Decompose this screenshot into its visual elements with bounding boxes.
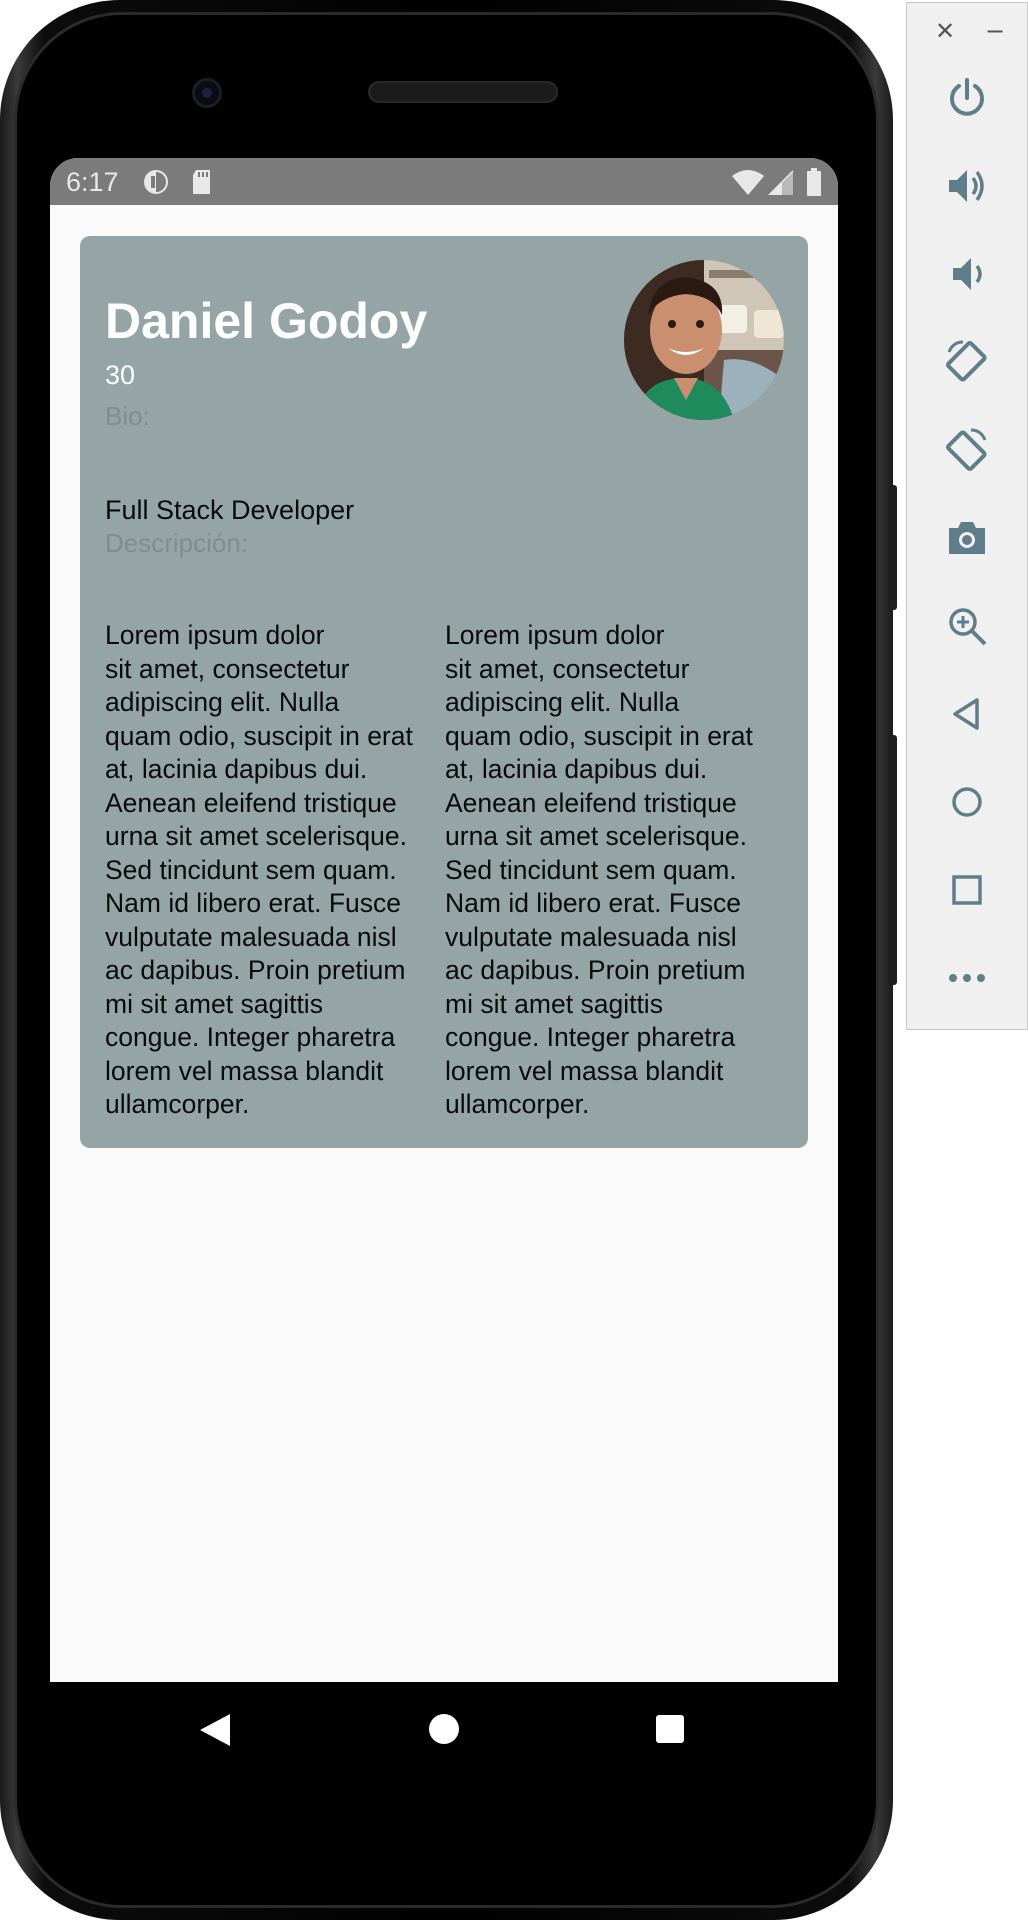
side-power-button — [889, 485, 897, 610]
volume-down-button[interactable] — [907, 234, 1027, 314]
earpiece-speaker — [368, 81, 558, 103]
back-button[interactable] — [907, 674, 1027, 754]
description-column-1: Lorem ipsum dolor sit amet, consectetur … — [105, 620, 413, 1119]
emulator-toolbar: ✕ − — [906, 2, 1028, 1030]
power-icon — [950, 78, 984, 116]
more-icon — [949, 974, 985, 982]
zoom-button[interactable] — [907, 586, 1027, 666]
side-volume-button — [889, 735, 897, 985]
close-icon[interactable]: ✕ — [935, 17, 955, 45]
navigation-bar — [50, 1682, 838, 1782]
description-label: Descripción: — [105, 528, 249, 558]
screenshot-button[interactable] — [907, 498, 1027, 578]
profile-age: 30 — [105, 360, 136, 390]
rotate-right-button[interactable] — [907, 410, 1027, 490]
sd-card-icon — [190, 168, 214, 200]
zoom-icon — [949, 608, 987, 646]
description-column-2: Lorem ipsum dolor sit amet, consectetur … — [445, 620, 753, 1119]
bio-label: Bio: — [105, 401, 150, 431]
battery-icon — [806, 168, 822, 200]
status-app-icon — [142, 168, 170, 200]
minimize-icon[interactable]: − — [985, 17, 1005, 45]
profile-card: Daniel Godoy 30 Bio: Full Stack Develope… — [80, 236, 808, 1148]
cell-signal-icon — [768, 170, 794, 200]
status-time: 6:17 — [66, 167, 119, 197]
rotate-left-icon — [946, 340, 987, 382]
profile-avatar — [624, 260, 784, 420]
volume-down-icon — [953, 258, 982, 290]
bio-value: Full Stack Developer — [105, 495, 355, 525]
rotate-left-button[interactable] — [907, 322, 1027, 402]
wifi-icon — [732, 170, 764, 200]
camera-icon — [949, 522, 985, 554]
overview-icon — [952, 875, 982, 905]
nav-recents-icon[interactable] — [655, 1714, 685, 1748]
back-icon — [953, 698, 979, 730]
home-icon — [952, 787, 982, 817]
status-bar: 6:17 — [50, 158, 838, 205]
volume-up-icon — [949, 170, 984, 202]
nav-back-icon[interactable] — [198, 1712, 232, 1752]
app-screen: 6:17 Daniel Godoy 30 Bio: Full Stack Dev… — [50, 158, 838, 1682]
rotate-right-icon — [946, 428, 987, 471]
nav-home-icon[interactable] — [428, 1713, 460, 1749]
profile-name: Daniel Godoy — [105, 293, 428, 349]
power-button[interactable] — [907, 58, 1027, 138]
overview-button[interactable] — [907, 850, 1027, 930]
home-button[interactable] — [907, 762, 1027, 842]
more-button[interactable] — [907, 938, 1027, 1018]
front-camera — [192, 78, 222, 108]
volume-up-button[interactable] — [907, 146, 1027, 226]
